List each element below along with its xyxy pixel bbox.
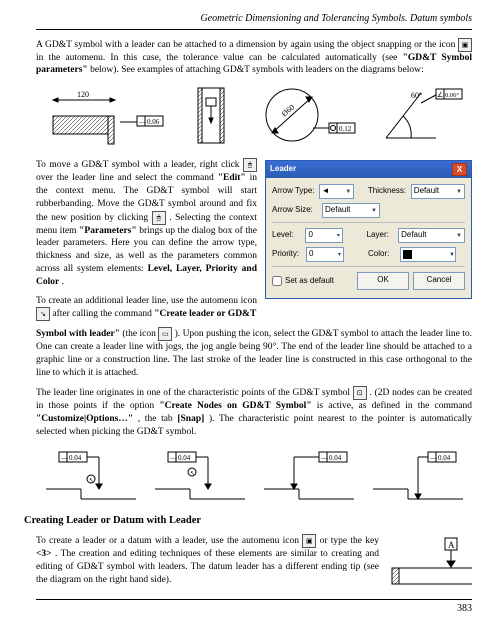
layer-label: Layer: — [367, 230, 395, 241]
paragraph-4: Symbol with leader" (the icon ▭ ). Upon … — [36, 327, 472, 379]
diagram-angle: 60° ∠ 0.06° — [381, 83, 463, 148]
text-bold: [Snap] — [177, 414, 204, 424]
text: (the icon — [122, 330, 158, 340]
diagram-leader-3: — 0.04 — [259, 444, 359, 504]
text-bold: "Create leader or GD&T — [154, 310, 256, 320]
priority-spinner[interactable]: 0▾ — [306, 247, 344, 262]
figure-row-2: — 0.04 ↖ — 0.04 ↖ — 0.04 — 0.04 — [36, 444, 472, 504]
thickness-label: Thickness: — [368, 186, 407, 197]
datum-leader-icon: ▣ — [302, 534, 316, 548]
svg-text:0.04: 0.04 — [69, 454, 82, 462]
text: below). See examples of attaching GD&T s… — [90, 65, 424, 75]
paragraph-1: A GD&T symbol with a leader can be attac… — [36, 38, 472, 78]
text: To create an additional leader line, use… — [36, 296, 257, 306]
svg-text:—: — — [429, 454, 438, 462]
svg-text:0.04: 0.04 — [178, 454, 191, 462]
svg-text:0.04: 0.04 — [329, 454, 342, 462]
svg-text:↖: ↖ — [89, 478, 94, 484]
priority-label: Priority: — [272, 249, 302, 260]
mouse-left-icon: 🖱 — [152, 211, 166, 225]
text: A GD&T symbol with a leader can be attac… — [36, 40, 458, 50]
mouse-right-icon: 🖱 — [243, 158, 257, 172]
page-header: Geometric Dimensioning and Tolerancing S… — [36, 12, 472, 30]
color-label: Color: — [368, 249, 396, 260]
arrow-type-combo[interactable]: ◄▼ — [319, 184, 355, 199]
text-bold: "Customize|Options…" — [36, 414, 133, 424]
set-default-checkbox[interactable]: Set as default — [272, 276, 334, 287]
arrow-size-combo[interactable]: Default▼ — [322, 203, 380, 218]
tol-012: 0.12 — [339, 125, 352, 133]
svg-text:↖: ↖ — [190, 471, 195, 477]
svg-text:0.04: 0.04 — [438, 454, 451, 462]
section-heading: Creating Leader or Datum with Leader — [24, 514, 472, 528]
node-icon: ⊡ — [353, 386, 367, 400]
svg-text:—: — — [169, 454, 178, 462]
ok-button[interactable]: OK — [357, 272, 409, 290]
dialog-titlebar: Leader X — [266, 161, 471, 178]
diagram-leader-2: — 0.04 ↖ — [150, 444, 250, 504]
text-bold: "Create Nodes on GD&T Symbol" — [159, 401, 311, 411]
text: To create a leader or a datum with a lea… — [36, 537, 302, 547]
figure-row-1: 120 — 0.06 Ø60 0.12 — [36, 83, 472, 148]
paragraph-5: The leader line originates in one of the… — [36, 386, 472, 438]
text-bold: "Edit" — [218, 173, 246, 183]
text: . The creation and editing techniques of… — [36, 549, 379, 585]
text: after calling the command — [52, 310, 154, 320]
thickness-combo[interactable]: Default▼ — [411, 184, 465, 199]
cancel-button[interactable]: Cancel — [413, 272, 465, 290]
text-bold: Symbol with leader" — [36, 330, 120, 340]
text-bold: "Parameters" — [79, 226, 137, 236]
diagram-leader-4: — 0.04 — [368, 444, 468, 504]
text: is active, as defined in the command — [317, 401, 472, 411]
svg-text:A: A — [448, 540, 455, 550]
dia-label: Ø60 — [280, 103, 296, 119]
diagram-corner: 120 — 0.06 — [45, 86, 165, 146]
text: To move a GD&T symbol with a leader, rig… — [36, 160, 243, 170]
text: The leader line originates in one of the… — [36, 388, 353, 398]
automenu-icon: ▣ — [458, 38, 472, 52]
text: over the leader line and select the comm… — [36, 173, 218, 183]
leader-dialog: Leader X Arrow Type: ◄▼ Thickness: Defau… — [265, 160, 472, 299]
level-label: Level: — [272, 230, 301, 241]
level-spinner[interactable]: 0▾ — [305, 228, 342, 243]
color-combo[interactable]: ▼ — [400, 247, 456, 262]
diagram-datum: A — [387, 536, 472, 591]
angle-60: 60° — [411, 91, 422, 100]
leader-icon: ↘ — [36, 307, 50, 321]
diagram-circle: Ø60 0.12 — [257, 83, 362, 148]
diagram-leader-1: — 0.04 ↖ — [41, 444, 141, 504]
svg-text:—: — — [320, 454, 329, 462]
arrow-size-label: Arrow Size: — [272, 205, 318, 216]
svg-text:∠: ∠ — [437, 91, 443, 99]
svg-text:—: — — [138, 118, 147, 126]
page-number: 383 — [36, 599, 472, 616]
dim-120: 120 — [77, 90, 89, 99]
text: in the automenu. In this case, the toler… — [36, 53, 403, 63]
diagram-shaft — [184, 83, 239, 148]
arrow-type-label: Arrow Type: — [272, 186, 315, 197]
svg-text:—: — — [60, 454, 69, 462]
text: . — [62, 277, 64, 287]
tol-006: 0.06 — [147, 118, 160, 126]
dialog-title-text: Leader — [270, 164, 296, 175]
text: or type the key — [320, 537, 379, 547]
gdt-leader-icon: ▭ — [158, 327, 172, 341]
layer-combo[interactable]: Default▼ — [398, 228, 465, 243]
tol-006deg: 0.06° — [445, 92, 459, 99]
text: , the tab — [138, 414, 178, 424]
text-bold: <3> — [36, 549, 52, 559]
close-icon[interactable]: X — [452, 163, 467, 176]
